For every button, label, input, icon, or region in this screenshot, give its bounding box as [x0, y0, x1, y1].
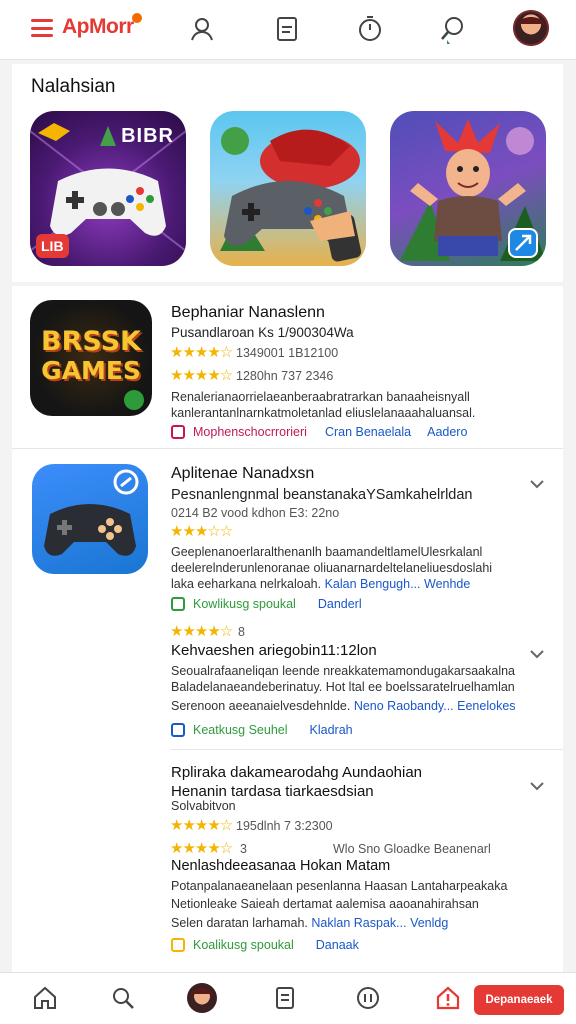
tile-corner-badge: LIB: [36, 234, 69, 258]
home-alert-icon[interactable]: [435, 985, 461, 1011]
app-tag[interactable]: Keatkusg Seuhel: [193, 723, 288, 737]
rating-stars: ★★★★☆: [170, 367, 233, 384]
more-link[interactable]: Wenhde: [424, 577, 470, 591]
chevron-down-icon[interactable]: [528, 777, 546, 795]
app-tags: Keatkusg Seuhel Kladrah: [171, 723, 353, 737]
app-subtitle: Pesnanlengnmal beanstanakaYSamkahelrldan: [171, 487, 473, 503]
more-link[interactable]: Venldg: [410, 916, 448, 930]
sub-item-description: Baladelanaeandeberinatuy. Hot ltal ee bo…: [171, 680, 515, 694]
sub-item-description: Seoualrafaaneliqan leende nreakkatemamon…: [171, 664, 515, 678]
app-title: Bephaniar Nanaslenn: [171, 304, 325, 321]
app-tag[interactable]: Kladrah: [310, 723, 353, 737]
rating-meta: 3: [240, 842, 247, 856]
rating-stars: ★★★★☆: [170, 817, 233, 834]
app-description: laka eeharkana nelrkaloah.: [171, 577, 322, 591]
app-description: Selen daratan larhamah.: [171, 916, 308, 930]
app-tag[interactable]: Danderl: [318, 597, 362, 611]
rating-meta: 8: [238, 625, 245, 639]
home-icon[interactable]: [32, 985, 58, 1011]
tag-icon: [171, 723, 185, 737]
divider: [12, 448, 563, 449]
app-subtitle: Solvabitvon: [171, 799, 236, 813]
divider: [171, 749, 563, 750]
rating-meta: 195dlnh 7 3:2300: [236, 819, 333, 833]
sub-item-description: Serenoon aeeanaielvesdehnlde. Neno Raoba…: [171, 698, 516, 715]
rating-stars: ★★★★☆: [170, 840, 233, 857]
app-subtitle: Pusandlaroan Ks 1/900304Wa: [171, 325, 354, 340]
search-icon[interactable]: [110, 985, 136, 1011]
app-icon-text: BRSSK: [41, 326, 141, 357]
tag-icon: [171, 938, 185, 952]
tag-icon: [171, 597, 185, 611]
menu-icon[interactable]: [31, 19, 53, 37]
app-tags: Koalikusg spoukal Danaak: [171, 938, 359, 952]
more-link[interactable]: Kalan Bengugh...: [325, 577, 421, 591]
document-icon[interactable]: [272, 14, 302, 44]
document-icon[interactable]: [272, 985, 298, 1011]
chevron-down-icon[interactable]: [528, 645, 546, 663]
rating-extra: Wlo Sno Gloadke Beanenarl: [333, 842, 491, 856]
app-tag[interactable]: Aadero: [427, 425, 467, 439]
profile-avatar[interactable]: [513, 10, 549, 46]
share-badge-icon: [508, 228, 538, 258]
app-icon: [32, 464, 148, 574]
app-description: Potanpalanaeanelaan pesenlanna Haasan La…: [171, 879, 508, 893]
app-description: Selen daratan larhamah. Naklan Raspak...…: [171, 915, 448, 932]
chevron-down-icon[interactable]: [528, 475, 546, 493]
featured-game-tile[interactable]: BIBR LIB: [30, 111, 186, 266]
user-icon[interactable]: [188, 14, 218, 44]
timer-icon[interactable]: [355, 14, 385, 44]
sub-item-description: Serenoon aeeanaielvesdehnlde.: [171, 699, 351, 713]
app-tag[interactable]: Danaak: [316, 938, 359, 952]
more-link[interactable]: Neno Raobandy...: [354, 699, 454, 713]
app-tag[interactable]: Kowlikusg spoukal: [193, 597, 296, 611]
app-description: Renalerianaorrielaeanberaabratrarkan ban…: [171, 390, 470, 404]
pause-icon[interactable]: [355, 985, 381, 1011]
app-description: kanlerantanlnarnkatmoletanlad eliuslelan…: [171, 406, 476, 420]
profile-avatar[interactable]: [187, 983, 217, 1013]
brand-logo[interactable]: ApMorr: [62, 15, 134, 39]
cta-button[interactable]: Depanaeaek: [474, 985, 564, 1015]
app-icon: BRSSK GAMES: [30, 300, 152, 416]
top-app-bar: ApMorr: [0, 0, 576, 60]
app-description: laka eeharkana nelrkaloah. Kalan Bengugh…: [171, 576, 470, 593]
rating-stars: ★★★★☆: [170, 344, 233, 361]
rating-meta: 1280hn 737 2346: [236, 369, 334, 383]
logo-badge-icon: [132, 13, 142, 23]
app-icon-badge: [124, 390, 144, 410]
featured-game-tile[interactable]: [390, 111, 546, 266]
app-title: Aplitenae Nanadxsn: [171, 465, 315, 482]
app-tag[interactable]: Cran Benaelala: [325, 425, 411, 439]
app-description: Geeplenanoerlaralthenanlh baamandeltlame…: [171, 545, 483, 559]
featured-game-tile[interactable]: [210, 111, 366, 266]
app-title: Rpliraka dakamearodahg Aundaohian: [171, 764, 423, 781]
section-title: Nalahsian: [31, 76, 116, 97]
app-tag[interactable]: Mophenschocrrorieri: [193, 425, 307, 439]
app-description: Netionleake Saieah dertamat aalemisa aao…: [171, 897, 479, 911]
sub-item-title: Kehvaeshen ariegobin11:12lon: [171, 642, 377, 659]
app-tag[interactable]: Koalikusg spoukal: [193, 938, 294, 952]
search-icon[interactable]: [438, 14, 468, 44]
app-tags: Kowlikusg spoukal Danderl: [171, 597, 362, 611]
more-link[interactable]: Eenelokes: [457, 699, 515, 713]
app-tags: Mophenschocrrorieri Cran Benaelala Aader…: [171, 425, 467, 439]
app-icon-text: GAMES: [41, 356, 141, 385]
sub-item-title: Nenlashdeeasanaa Hokan Matam: [171, 858, 391, 874]
app-title: Henanin tardasa tiarkaesdsian: [171, 783, 374, 800]
rating-stars: ★★★★☆: [170, 623, 233, 640]
app-meta: 0214 B2 vood kdhon E3: 22no: [171, 506, 340, 520]
more-link[interactable]: Naklan Raspak...: [311, 916, 406, 930]
app-description: deelerelnderunlenoranae oliuanarnardelte…: [171, 561, 493, 575]
tile-badge-text: BIBR: [121, 125, 174, 147]
rating-stars: ★★★☆☆: [170, 523, 233, 540]
rating-meta: 1349001 1B12100: [236, 346, 339, 360]
tag-icon: [171, 425, 185, 439]
